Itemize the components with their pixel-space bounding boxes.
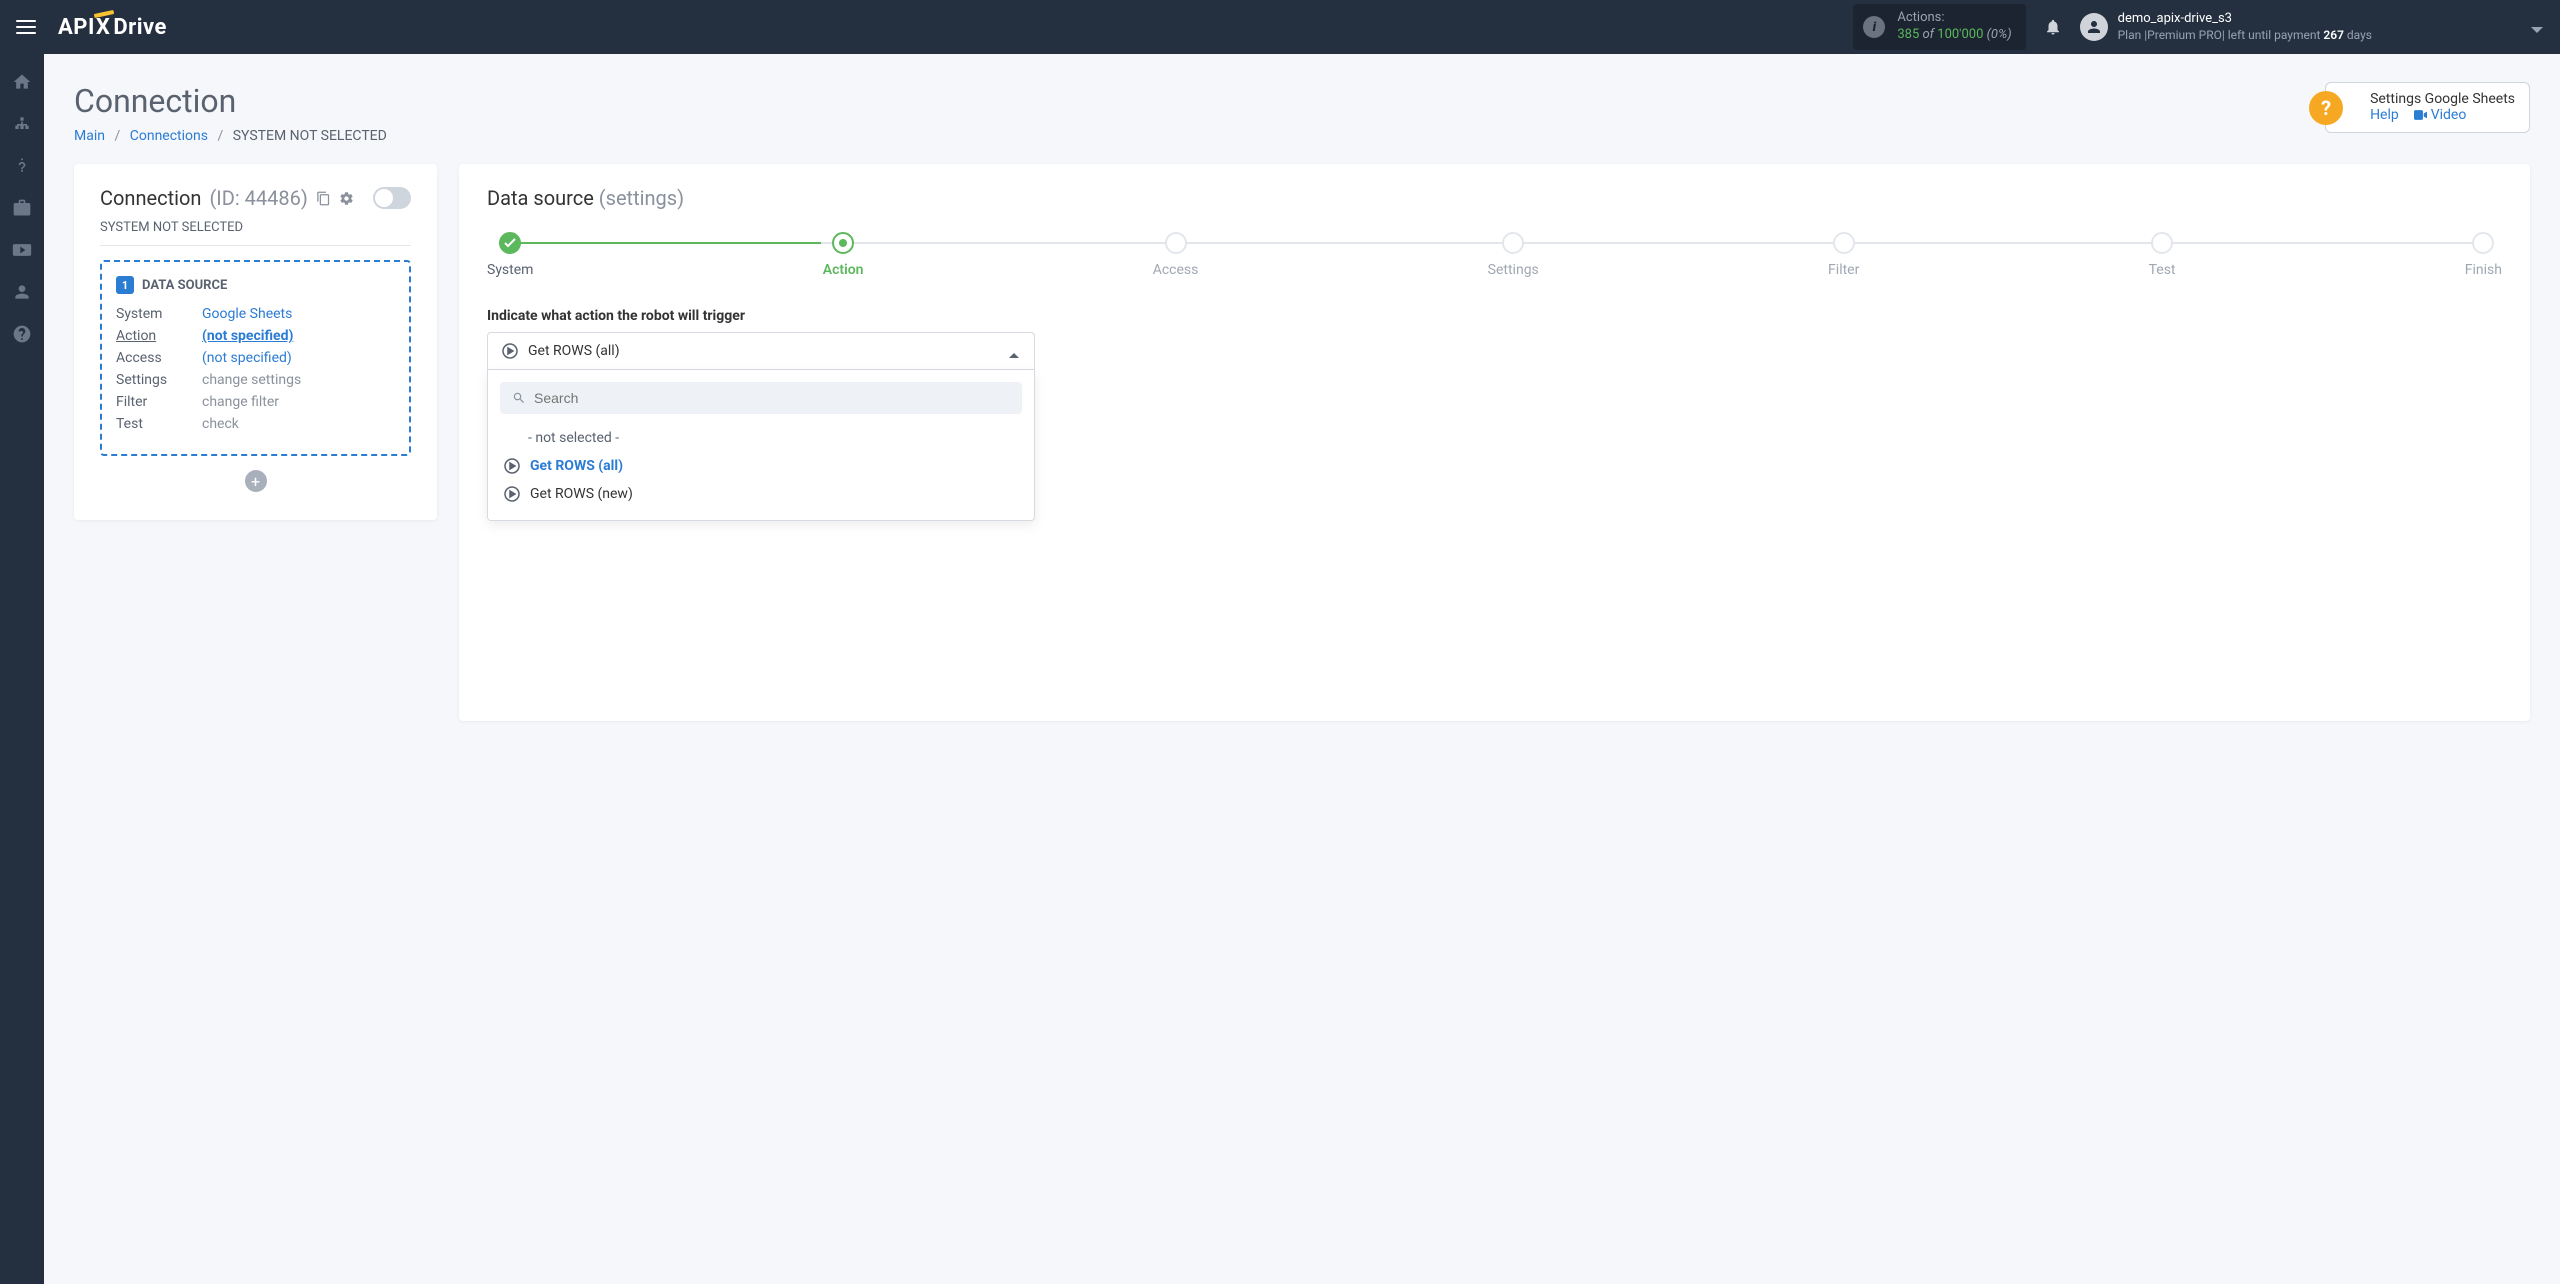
sitemap-icon[interactable] [12, 114, 32, 134]
help-title: Settings Google Sheets [2370, 91, 2515, 107]
logo-x: X [96, 15, 110, 40]
breadcrumb-current: SYSTEM NOT SELECTED [233, 128, 387, 144]
sidebar [0, 54, 44, 1284]
briefcase-icon[interactable] [12, 198, 32, 218]
breadcrumb: Main / Connections / SYSTEM NOT SELECTED [74, 128, 387, 144]
gear-icon[interactable] [339, 191, 354, 206]
user-name: demo_apix-drive_s3 [2118, 11, 2372, 28]
access-value[interactable]: (not specified) [202, 350, 292, 366]
step-system: System [487, 262, 533, 278]
datasource-box: 1 DATA SOURCE SystemGoogle Sheets Action… [100, 260, 411, 456]
system-value[interactable]: Google Sheets [202, 306, 292, 322]
play-icon [504, 486, 520, 502]
play-icon [504, 458, 520, 474]
bell-icon[interactable] [2044, 17, 2062, 37]
datasource-settings-panel: Data source (settings) System Action Acc… [459, 164, 2530, 721]
step-filter-dot[interactable] [1833, 232, 1855, 254]
datasource-title: DATA SOURCE [142, 278, 227, 293]
plan-name: Premium PRO [2147, 28, 2222, 42]
filter-value[interactable]: change filter [202, 394, 279, 410]
help-icon[interactable] [12, 324, 32, 344]
avatar-icon [2080, 13, 2108, 41]
actions-percent: (0%) [1983, 27, 2011, 42]
step-finish: Finish [2465, 262, 2502, 278]
step-settings-dot[interactable] [1502, 232, 1524, 254]
step-finish-dot[interactable] [2472, 232, 2494, 254]
breadcrumb-main[interactable]: Main [74, 128, 105, 144]
system-status: SYSTEM NOT SELECTED [100, 220, 411, 246]
actions-current: 385 [1897, 27, 1919, 42]
help-link[interactable]: Help [2370, 107, 2399, 123]
page-title: Connection [74, 82, 387, 120]
search-input[interactable] [534, 390, 1010, 406]
step-settings: Settings [1488, 262, 1539, 278]
search-icon [512, 391, 526, 405]
actions-label: Actions: [1897, 10, 2011, 27]
stepper: System Action Access Settings Filter Tes… [487, 232, 2502, 278]
option-none[interactable]: - not selected - [500, 424, 1022, 452]
youtube-icon[interactable] [12, 240, 32, 260]
action-select[interactable]: Get ROWS (all) [487, 332, 1035, 370]
option-get-rows-all[interactable]: Get ROWS (all) [500, 452, 1022, 480]
menu-icon[interactable] [16, 20, 36, 34]
action-value[interactable]: (not specified) [202, 328, 293, 344]
option-get-rows-new[interactable]: Get ROWS (new) [500, 480, 1022, 508]
step-action: Action [823, 262, 864, 278]
logo-drive: Drive [113, 15, 167, 40]
step-test-dot[interactable] [2151, 232, 2173, 254]
step-system-dot[interactable] [499, 232, 521, 254]
video-icon [2414, 108, 2427, 124]
topbar: API X Drive i Actions: 385 of 100'000 (0… [0, 0, 2560, 54]
connection-id: (ID: 44486) [209, 186, 307, 210]
breadcrumb-connections[interactable]: Connections [130, 128, 208, 144]
step-test: Test [2149, 262, 2176, 278]
add-button[interactable]: + [245, 470, 267, 492]
logo[interactable]: API X Drive [58, 15, 167, 40]
video-link[interactable]: Video [2414, 107, 2466, 123]
user-icon[interactable] [12, 282, 32, 302]
help-badge-icon[interactable]: ? [2309, 91, 2343, 125]
step-action-dot[interactable] [832, 232, 854, 254]
step-access: Access [1153, 262, 1199, 278]
home-icon[interactable] [12, 72, 32, 92]
enable-toggle[interactable] [373, 187, 411, 209]
dollar-icon[interactable] [12, 156, 32, 176]
plan-days: 267 [2323, 28, 2344, 42]
chevron-down-icon[interactable] [2530, 23, 2544, 32]
actions-usage[interactable]: i Actions: 385 of 100'000 (0%) [1853, 4, 2025, 50]
info-icon: i [1863, 16, 1885, 38]
step-access-dot[interactable] [1165, 232, 1187, 254]
datasource-number: 1 [116, 276, 134, 294]
settings-value[interactable]: change settings [202, 372, 301, 388]
panel-title: Data source [487, 186, 599, 210]
copy-icon[interactable] [316, 191, 331, 206]
action-dropdown: - not selected - Get ROWS (all) Get ROWS… [487, 370, 1035, 521]
actions-total: 100'000 [1937, 27, 1983, 42]
search-row [500, 382, 1022, 414]
connection-panel: Connection (ID: 44486) SYSTEM NOT SELECT… [74, 164, 437, 520]
selected-action: Get ROWS (all) [528, 343, 620, 359]
help-box: ? Settings Google Sheets Help Video [2325, 82, 2530, 133]
play-icon [502, 343, 518, 359]
user-menu[interactable]: demo_apix-drive_s3 Plan |Premium PRO| le… [2080, 11, 2372, 43]
test-value[interactable]: check [202, 416, 239, 432]
action-prompt: Indicate what action the robot will trig… [487, 308, 2502, 324]
connection-label: Connection [100, 186, 201, 210]
step-filter: Filter [1828, 262, 1859, 278]
chevron-up-icon [1008, 347, 1020, 355]
logo-api: API [58, 15, 95, 40]
